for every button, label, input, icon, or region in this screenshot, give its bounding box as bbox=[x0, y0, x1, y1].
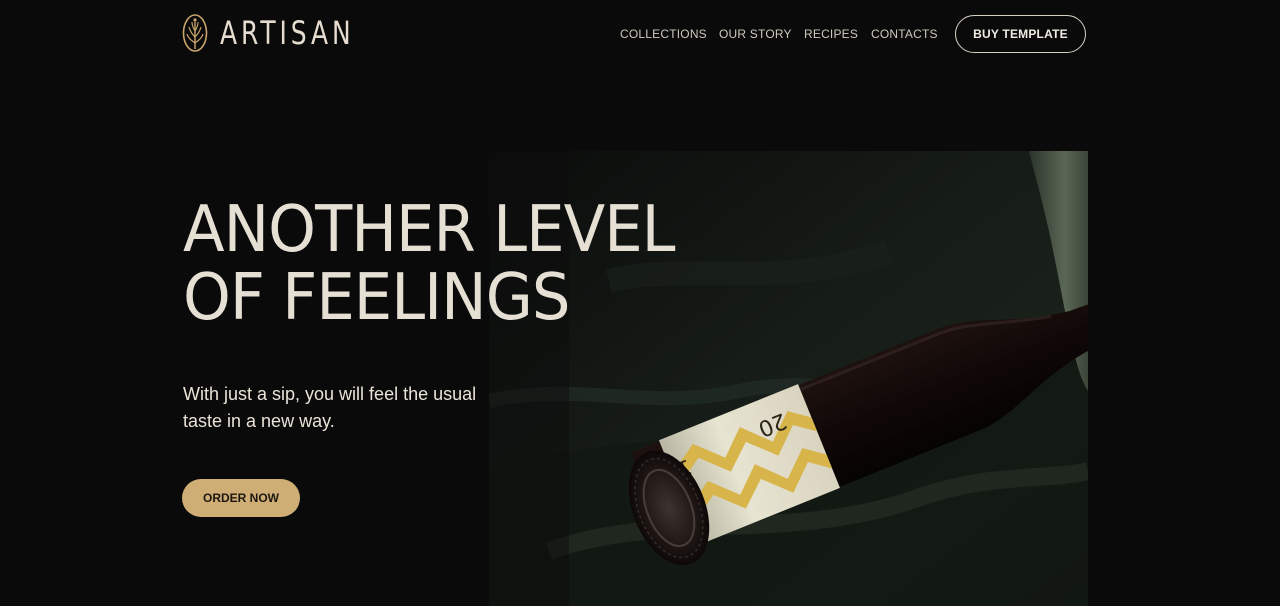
order-now-button[interactable]: ORDER NOW bbox=[182, 479, 300, 517]
brand-name: ARTISAN bbox=[220, 14, 355, 52]
nav-link-contacts[interactable]: CONTACTS bbox=[871, 27, 938, 41]
tree-emblem-icon bbox=[182, 14, 208, 52]
hero-subtitle-line-2: taste in a new way. bbox=[183, 411, 335, 431]
hero-title-line-2: OF FEELINGS bbox=[183, 261, 570, 335]
hero-title-line-1: ANOTHER LEVEL bbox=[183, 193, 676, 267]
hero-subtitle: With just a sip, you will feel the usual… bbox=[183, 381, 483, 435]
nav-link-our-story[interactable]: OUR STORY bbox=[719, 27, 792, 41]
hero-title: ANOTHER LEVEL OF FEELINGS bbox=[183, 193, 676, 335]
landing-page: ARTISAN COLLECTIONS OUR STORY RECIPES CO… bbox=[0, 0, 1280, 606]
brand-logo[interactable]: ARTISAN bbox=[182, 13, 393, 53]
buy-template-button[interactable]: BUY TEMPLATE bbox=[955, 15, 1086, 53]
site-header: ARTISAN COLLECTIONS OUR STORY RECIPES CO… bbox=[0, 0, 1280, 70]
nav-link-recipes[interactable]: RECIPES bbox=[804, 27, 858, 41]
hero-subtitle-line-1: With just a sip, you will feel the usual bbox=[183, 384, 477, 404]
nav-link-collections[interactable]: COLLECTIONS bbox=[620, 27, 707, 41]
